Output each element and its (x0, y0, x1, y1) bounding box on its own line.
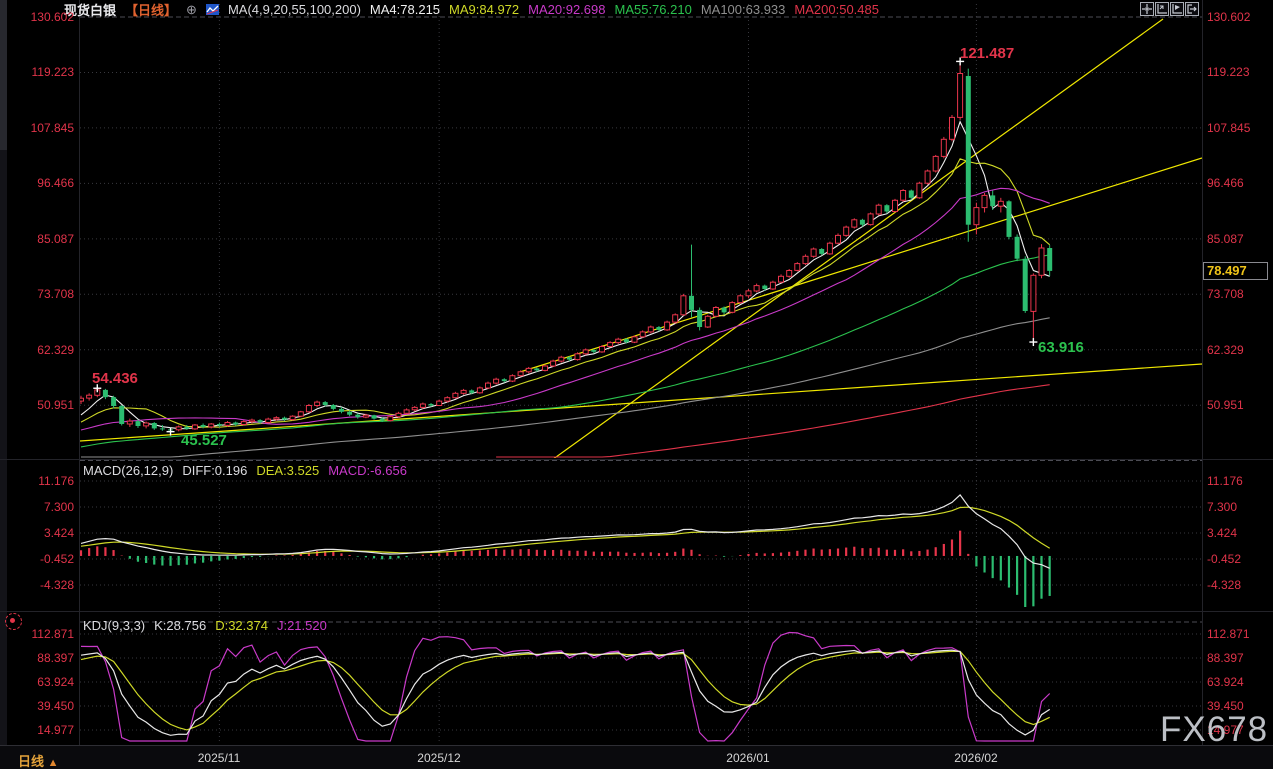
ma-legend-ma4: MA4:78.215 (370, 2, 440, 17)
kdj-panel-divider (0, 611, 1273, 612)
price-axis-label: 130.602 (1207, 10, 1271, 24)
price-axis-label: 96.466 (1207, 176, 1271, 190)
price-annotation-high: 54.436 (92, 371, 138, 386)
period-label[interactable]: 【日线】 (125, 0, 177, 19)
axis-scale-left-icon[interactable] (1155, 2, 1169, 16)
kdj-axis-label: 112.871 (0, 627, 74, 641)
chart-header: 现货白银 【日线】 ⊕ MA(4,9,20,55,100,200) MA4:78… (64, 2, 879, 17)
price-axis-label: 50.951 (1207, 398, 1271, 412)
price-axis-label: 107.845 (1207, 121, 1271, 135)
kdj-axis-label: 63.924 (0, 675, 74, 689)
price-axis-label: 119.223 (0, 65, 74, 79)
time-axis-tick-label: 2025/12 (407, 751, 471, 765)
chart-toolbar (1140, 2, 1199, 16)
price-axis-label: 73.708 (0, 287, 74, 301)
kdj-header: KDJ(9,3,3) K:28.756 D:32.374 J:21.520 (83, 618, 327, 633)
kdj-axis-label: 88.397 (1207, 651, 1271, 665)
price-axis-label: 62.329 (1207, 343, 1271, 357)
macd-axis-label: 11.176 (1207, 474, 1271, 488)
ma-legend-ma200: MA200:50.485 (794, 2, 879, 17)
ma-legend-ma55: MA55:76.210 (614, 2, 691, 17)
macd-header: MACD(26,12,9) DIFF:0.196 DEA:3.525 MACD:… (83, 463, 407, 478)
macd-axis-label: 11.176 (0, 474, 74, 488)
price-axis-label: 50.951 (0, 398, 74, 412)
macd-diff-value: DIFF:0.196 (182, 463, 247, 478)
chevron-up-icon: ▲ (48, 757, 59, 769)
last-price-badge: 78.497 (1203, 262, 1268, 280)
macd-macd-value: MACD:-6.656 (328, 463, 407, 478)
macd-axis-label: 7.300 (0, 500, 74, 514)
macd-panel-divider (0, 459, 1273, 460)
price-annotation-peak: 121.487 (960, 46, 1014, 61)
price-axis-label: 130.602 (0, 10, 74, 24)
price-axis-label: 85.087 (1207, 232, 1271, 246)
mini-chart-icon (206, 3, 219, 16)
time-axis-tick-label: 2026/01 (716, 751, 780, 765)
ma-settings-label[interactable]: MA(4,9,20,55,100,200) (228, 2, 361, 17)
macd-axis-label: 3.424 (0, 526, 74, 540)
macd-axis-label: 7.300 (1207, 500, 1271, 514)
ma-legend-ma9: MA9:84.972 (449, 2, 519, 17)
price-axis-label: 107.845 (0, 121, 74, 135)
macd-title[interactable]: MACD(26,12,9) (83, 463, 173, 478)
time-axis-tick-label: 2025/11 (187, 751, 251, 765)
price-annotation-feb-low: 63.916 (1038, 340, 1084, 355)
macd-dea-value: DEA:3.525 (256, 463, 319, 478)
kdj-axis-label: 14.977 (0, 723, 74, 737)
macd-axis-label: -0.452 (1207, 552, 1271, 566)
kdj-title[interactable]: KDJ(9,3,3) (83, 618, 145, 633)
price-annotation-low: 45.527 (181, 433, 227, 448)
kdj-d-value: D:32.374 (215, 618, 268, 633)
macd-axis-label: -4.328 (0, 578, 74, 592)
chart-canvas[interactable] (0, 0, 1273, 769)
expand-icon[interactable]: ⊕ (186, 2, 197, 18)
goto-latest-icon[interactable] (1185, 2, 1199, 16)
price-axis-label: 96.466 (0, 176, 74, 190)
crosshair-move-icon[interactable] (1140, 2, 1154, 16)
trading-chart-app: 现货白银 【日线】 ⊕ MA(4,9,20,55,100,200) MA4:78… (0, 0, 1273, 769)
period-selector[interactable]: 日线 ▲ (18, 751, 59, 769)
price-axis-label: 85.087 (0, 232, 74, 246)
left-axis-divider (79, 0, 80, 745)
kdj-k-value: K:28.756 (154, 618, 206, 633)
ma-legend-ma20: MA20:92.698 (528, 2, 605, 17)
time-axis-tick-label: 2026/02 (944, 751, 1008, 765)
axis-scale-right-icon[interactable] (1170, 2, 1184, 16)
price-axis-label: 73.708 (1207, 287, 1271, 301)
price-axis-label: 62.329 (0, 343, 74, 357)
price-axis-label: 119.223 (1207, 65, 1271, 79)
macd-axis-label: -4.328 (1207, 578, 1271, 592)
kdj-axis-label: 39.450 (0, 699, 74, 713)
macd-axis-label: 3.424 (1207, 526, 1271, 540)
right-axis-divider (1202, 0, 1203, 745)
brand-watermark: FX678 (1160, 710, 1268, 750)
kdj-axis-label: 63.924 (1207, 675, 1271, 689)
kdj-axis-label: 88.397 (0, 651, 74, 665)
macd-axis-label: -0.452 (0, 552, 74, 566)
kdj-axis-label: 112.871 (1207, 627, 1271, 641)
ma-legend-ma100: MA100:63.933 (701, 2, 786, 17)
kdj-j-value: J:21.520 (277, 618, 327, 633)
